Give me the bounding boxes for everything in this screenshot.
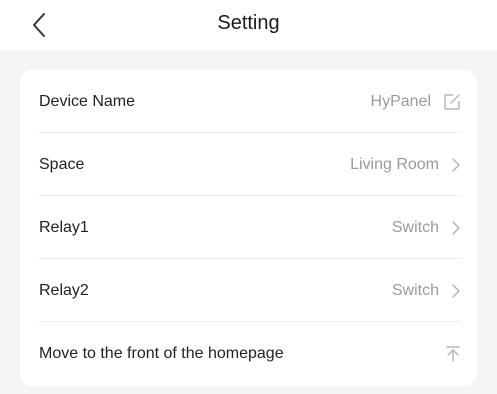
device-name-value: HyPanel	[370, 92, 431, 110]
chevron-right-icon	[451, 220, 461, 236]
chevron-right-icon	[451, 283, 461, 299]
space-row[interactable]: Space Living Room	[20, 133, 477, 196]
relay2-row[interactable]: Relay2 Switch	[20, 259, 477, 322]
device-name-row[interactable]: Device Name HyPanel	[20, 70, 477, 133]
pin-to-top-icon[interactable]	[445, 345, 461, 363]
settings-card: Device Name HyPanel Space Living Room Re…	[20, 70, 477, 386]
move-to-front-label: Move to the front of the homepage	[39, 344, 284, 362]
edit-icon[interactable]	[443, 93, 461, 111]
chevron-right-icon	[451, 157, 461, 173]
relay2-value: Switch	[391, 281, 439, 299]
header-bar: Setting	[0, 0, 497, 50]
device-name-label: Device Name	[39, 92, 136, 110]
space-label: Space	[39, 155, 85, 173]
relay1-label: Relay1	[39, 218, 89, 236]
relay1-row[interactable]: Relay1 Switch	[20, 196, 477, 259]
relay1-value: Switch	[391, 218, 439, 236]
move-to-front-row[interactable]: Move to the front of the homepage	[20, 322, 477, 385]
space-value: Living Room	[350, 155, 439, 173]
relay2-label: Relay2	[39, 281, 89, 299]
page-title: Setting	[217, 12, 280, 34]
